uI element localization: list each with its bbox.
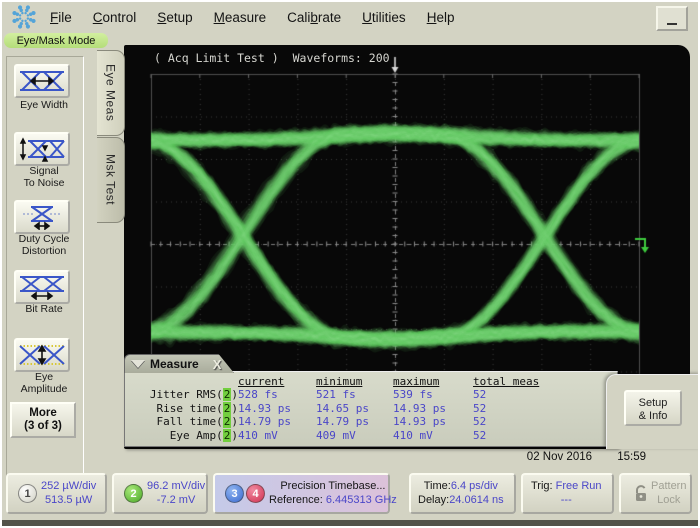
trigger-button[interactable]: Trig: Free Run ---: [521, 473, 614, 514]
eyeamp-total: 52: [473, 429, 563, 442]
signal-to-noise-icon: [18, 136, 66, 162]
setup-info-panel: Setup& Info: [606, 374, 700, 449]
col-current: current: [238, 375, 316, 388]
minimize-button[interactable]: [656, 6, 688, 31]
pattern-lock-button[interactable]: PatternLock: [619, 473, 692, 514]
eye-amplitude-label: EyeAmplitude: [2, 372, 86, 395]
menu-file[interactable]: File: [50, 10, 72, 25]
measure-table: current minimum maximum total meas Jitte…: [135, 375, 563, 442]
jitter-current: 528 fs: [238, 388, 316, 401]
duty-cycle-distortion-button[interactable]: [14, 200, 70, 234]
menu-measure[interactable]: Measure: [214, 10, 267, 25]
eyeamp-current: 410 mV: [238, 429, 316, 442]
measure-panel: Measure X current minimum maximum total …: [124, 371, 618, 447]
channel2-button[interactable]: 2 96.2 mV/div-7.2 mV: [112, 473, 208, 514]
col-total-meas: total meas: [473, 375, 563, 388]
eyeamp-maximum: 410 mV: [393, 429, 473, 442]
row-jitter-label: Jitter RMS(2): [135, 388, 238, 401]
duty-cycle-distortion-icon: [18, 204, 66, 230]
eye-width-icon: [18, 68, 66, 94]
close-icon[interactable]: X: [213, 357, 222, 372]
menu-bar: File Control Setup Measure Calibrate Uti…: [2, 2, 698, 32]
timebase-scale-button[interactable]: Time:6.4 ps/div Delay:24.0614 ns: [409, 473, 516, 514]
channel1-button[interactable]: 1 252 µW/div513.5 µW: [6, 473, 107, 514]
fall-total: 52: [473, 415, 563, 428]
menu-help[interactable]: Help: [427, 10, 455, 25]
rise-minimum: 14.65 ps: [316, 402, 393, 415]
bit-rate-label: Bit Rate: [2, 304, 86, 316]
agilent-spark-icon: [10, 4, 40, 31]
mode-label: Eye/Mask Mode: [4, 33, 108, 48]
rise-maximum: 14.93 ps: [393, 402, 473, 415]
eye-amplitude-button[interactable]: [14, 338, 70, 372]
minimize-icon: [667, 23, 677, 25]
jitter-minimum: 521 fs: [316, 388, 393, 401]
tab-msk-test[interactable]: Msk Test: [97, 137, 125, 223]
tab-eye-meas[interactable]: Eye Meas: [97, 50, 125, 136]
measure-tab[interactable]: Measure X: [124, 354, 234, 373]
menu-setup[interactable]: Setup: [157, 10, 192, 25]
rise-total: 52: [473, 402, 563, 415]
eyeamp-minimum: 409 mV: [316, 429, 393, 442]
row-rise-label: Rise time(2): [135, 402, 238, 415]
channel2-badge: 2: [124, 484, 143, 503]
col-minimum: minimum: [316, 375, 393, 388]
row-fall-label: Fall time(2): [135, 415, 238, 428]
acq-status-text: ( Acq Limit Test )Waveforms: 200: [154, 51, 404, 65]
chevron-down-icon: [131, 360, 145, 368]
bit-rate-icon: [18, 274, 66, 300]
duty-cycle-distortion-label: Duty CycleDistortion: [2, 234, 86, 257]
signal-to-noise-button[interactable]: [14, 132, 70, 166]
col-maximum: maximum: [393, 375, 473, 388]
setup-info-button[interactable]: Setup& Info: [624, 390, 682, 426]
precision-timebase-button[interactable]: 3 4 Precision Timebase... Reference: 6.4…: [213, 473, 390, 514]
bottom-edge-strip: [2, 520, 700, 527]
fall-minimum: 14.79 ps: [316, 415, 393, 428]
jitter-total: 52: [473, 388, 563, 401]
oscilloscope-app: File Control Setup Measure Calibrate Uti…: [0, 0, 700, 528]
menu-utilities[interactable]: Utilities: [362, 10, 406, 25]
menu-calibrate[interactable]: Calibrate: [287, 10, 341, 25]
lock-open-icon: [634, 485, 648, 503]
jitter-maximum: 539 fs: [393, 388, 473, 401]
fall-maximum: 14.93 ps: [393, 415, 473, 428]
signal-to-noise-label: SignalTo Noise: [2, 166, 86, 189]
eye-amplitude-icon: [18, 342, 66, 368]
eye-width-label: Eye Width: [2, 100, 86, 112]
sidebar: Eye Width SignalTo Noise: [2, 48, 97, 468]
datetime: 02 Nov 2016 15:59: [2, 451, 646, 463]
eye-width-button[interactable]: [14, 64, 70, 98]
fall-current: 14.79 ps: [238, 415, 316, 428]
menu-control[interactable]: Control: [93, 10, 137, 25]
channel3-badge: 3: [225, 484, 244, 503]
more-button[interactable]: More(3 of 3): [10, 402, 76, 438]
status-bar: 1 252 µW/div513.5 µW 2 96.2 mV/div-7.2 m…: [2, 470, 700, 520]
channel1-badge: 1: [18, 484, 37, 503]
channel4-badge: 4: [246, 484, 265, 503]
row-eyeamp-label: Eye Amp(2): [135, 429, 238, 442]
date-text: 02 Nov 2016: [527, 451, 592, 463]
rise-current: 14.93 ps: [238, 402, 316, 415]
time-text: 15:59: [617, 451, 646, 463]
bit-rate-button[interactable]: [14, 270, 70, 304]
